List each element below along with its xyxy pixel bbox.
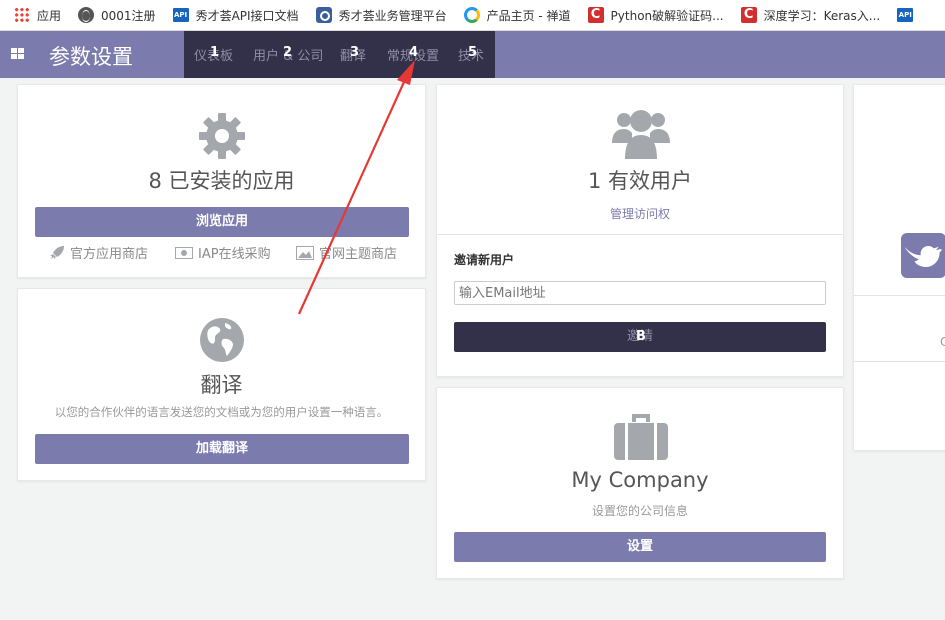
rocket-icon [50, 245, 64, 259]
invite-email-input[interactable] [454, 281, 826, 305]
twitter-icon[interactable] [901, 233, 945, 278]
bookmark-python-captcha[interactable]: C Python破解验证码... [587, 7, 724, 24]
invite-new-user-label: 邀请新用户 [454, 253, 515, 267]
manage-access-link[interactable]: 管理访问权 [437, 205, 843, 222]
installed-apps-card: 8 已安装的应用 浏览应用 官方应用商店 IAP在线采购 官网主题商店 [17, 84, 426, 278]
company-card: My Company 设置您的公司信息 设置 [436, 387, 844, 579]
app-switcher-icon[interactable] [11, 48, 24, 59]
installed-apps-count: 8 已安装的应用 [148, 169, 295, 193]
translation-card: 翻译 以您的合作伙伴的语言发送您的文档或为您的用户设置一种语言。 加载翻译 [17, 288, 426, 481]
bookmark-api[interactable]: API [897, 8, 920, 22]
bookmark-label: 0001注册 [101, 8, 156, 23]
bookmark-chandao[interactable]: 产品主页 - 禅道 [463, 7, 571, 24]
api-icon: API [897, 8, 914, 22]
invite-button[interactable]: 邀请 B [454, 322, 826, 352]
briefcase-icon [614, 414, 668, 460]
store-link-label: 官方应用商店 [70, 247, 149, 262]
store-link-label: IAP在线采购 [198, 247, 271, 262]
share-card-partial-text: C [940, 335, 945, 349]
share-card: C [853, 84, 945, 451]
chandao-icon [463, 7, 480, 23]
store-link-label: 官网主题商店 [319, 247, 398, 262]
bookmark-label: 秀才荟API接口文档 [195, 8, 299, 23]
bookmark-register[interactable]: 0001注册 [78, 7, 156, 24]
bookmark-label: 产品主页 - 禅道 [486, 8, 571, 23]
bookmark-keras[interactable]: C 深度学习：Keras入... [740, 7, 881, 24]
browse-apps-button[interactable]: 浏览应用 [35, 207, 409, 237]
bookmark-label: 深度学习：Keras入... [763, 8, 881, 23]
globe-icon [78, 7, 95, 23]
divider [854, 361, 945, 362]
company-name: My Company [571, 468, 709, 492]
menu-badge: 3 [350, 45, 360, 60]
settings-menu: 仪表板 1 用户 & 公司 2 翻译 3 常规设置 4 技术 5 [184, 31, 495, 78]
csdn-icon: C [740, 7, 757, 23]
bookmark-label: 应用 [37, 8, 62, 23]
theme-store-link[interactable]: 官网主题商店 [296, 243, 397, 262]
translation-title: 翻译 [200, 373, 243, 397]
bookmark-apps[interactable]: 应用 [14, 7, 61, 24]
menu-badge: 2 [283, 45, 293, 60]
bookmark-business-platform[interactable]: 秀才荟业务管理平台 [315, 7, 447, 24]
users-icon [612, 110, 670, 159]
company-settings-button[interactable]: 设置 [454, 532, 826, 562]
apps-grid-icon [14, 7, 30, 23]
active-users-count: 1 有效用户 [587, 169, 693, 193]
menu-badge: 1 [210, 45, 220, 60]
load-translation-button[interactable]: 加载翻译 [35, 434, 409, 464]
users-card: 1 有效用户 管理访问权 邀请新用户 邀请 B [436, 84, 844, 377]
picture-icon [296, 245, 314, 260]
divider [437, 234, 843, 235]
globe-americas-icon [200, 318, 244, 362]
camera-icon [315, 7, 332, 23]
csdn-icon: C [587, 7, 604, 23]
translation-description: 以您的合作伙伴的语言发送您的文档或为您的用户设置一种语言。 [54, 405, 389, 419]
menu-badge: 4 [409, 45, 419, 60]
bookmark-label: Python破解验证码... [610, 8, 724, 23]
invite-button-badge: B [636, 329, 646, 344]
money-icon [175, 246, 193, 259]
bookmarks-bar: 应用 0001注册 API 秀才荟API接口文档 秀才荟业务管理平台 产品主页 … [0, 0, 945, 31]
divider [854, 295, 945, 296]
top-navbar: 参数设置 仪表板 1 用户 & 公司 2 翻译 3 常规设置 4 技术 5 [0, 31, 945, 78]
official-app-store-link[interactable]: 官方应用商店 [49, 243, 148, 262]
bookmark-api-docs[interactable]: API 秀才荟API接口文档 [172, 7, 299, 24]
page-title: 参数设置 [49, 45, 133, 69]
gear-icon [199, 113, 245, 159]
bookmark-label: 秀才荟业务管理平台 [338, 8, 447, 23]
iap-purchase-link[interactable]: IAP在线采购 [175, 243, 271, 262]
api-icon: API [172, 8, 189, 22]
company-subtitle: 设置您的公司信息 [591, 504, 688, 518]
menu-badge: 5 [468, 45, 478, 60]
